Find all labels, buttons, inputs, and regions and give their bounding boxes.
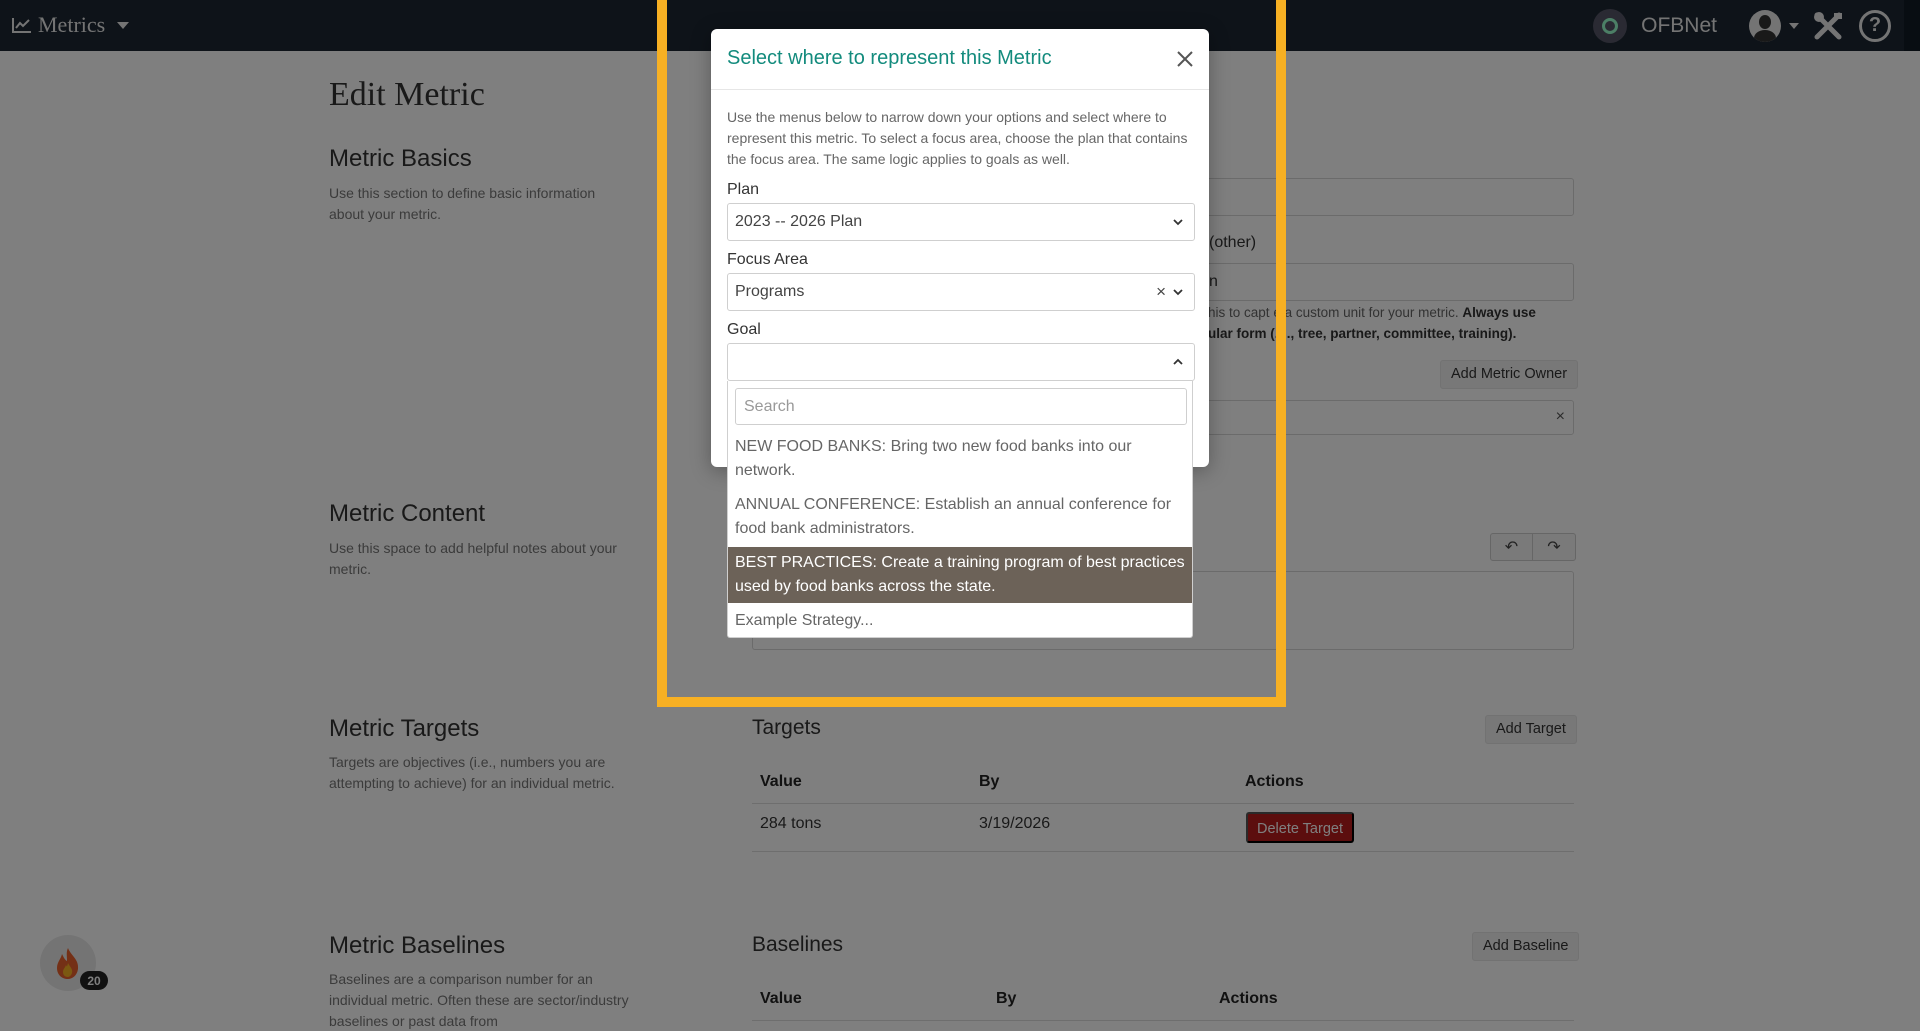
plan-value: 2023 -- 2026 Plan — [735, 213, 863, 230]
modal-help-text: Use the menus below to narrow down your … — [727, 109, 1188, 167]
focus-area-label: Focus Area — [727, 251, 808, 268]
goal-option[interactable]: NEW FOOD BANKS: Bring two new food banks… — [728, 431, 1192, 487]
goal-dropdown-list: NEW FOOD BANKS: Bring two new food banks… — [727, 381, 1193, 638]
chevron-down-icon — [1173, 289, 1183, 296]
goal-option[interactable]: ANNUAL CONFERENCE: Establish an annual c… — [728, 489, 1192, 545]
plan-select[interactable]: 2023 -- 2026 Plan — [727, 203, 1195, 241]
goal-option[interactable]: Example Strategy... — [728, 605, 1192, 637]
modal-title: Select where to represent this Metric — [727, 47, 1052, 69]
close-icon[interactable] — [1175, 49, 1195, 69]
chevron-up-icon — [1173, 358, 1183, 365]
plan-label: Plan — [727, 181, 760, 198]
modal-header: Select where to represent this Metric — [711, 29, 1209, 90]
clear-icon[interactable]: × — [1156, 282, 1166, 302]
goal-search-input[interactable] — [735, 388, 1187, 425]
focus-area-select[interactable]: Programs × — [727, 273, 1195, 311]
focus-area-value: Programs — [735, 283, 805, 300]
goal-label: Goal — [727, 321, 761, 338]
goal-select[interactable] — [727, 343, 1195, 381]
chevron-down-icon — [1173, 219, 1183, 226]
goal-option-highlighted[interactable]: BEST PRACTICES: Create a training progra… — [728, 547, 1192, 603]
